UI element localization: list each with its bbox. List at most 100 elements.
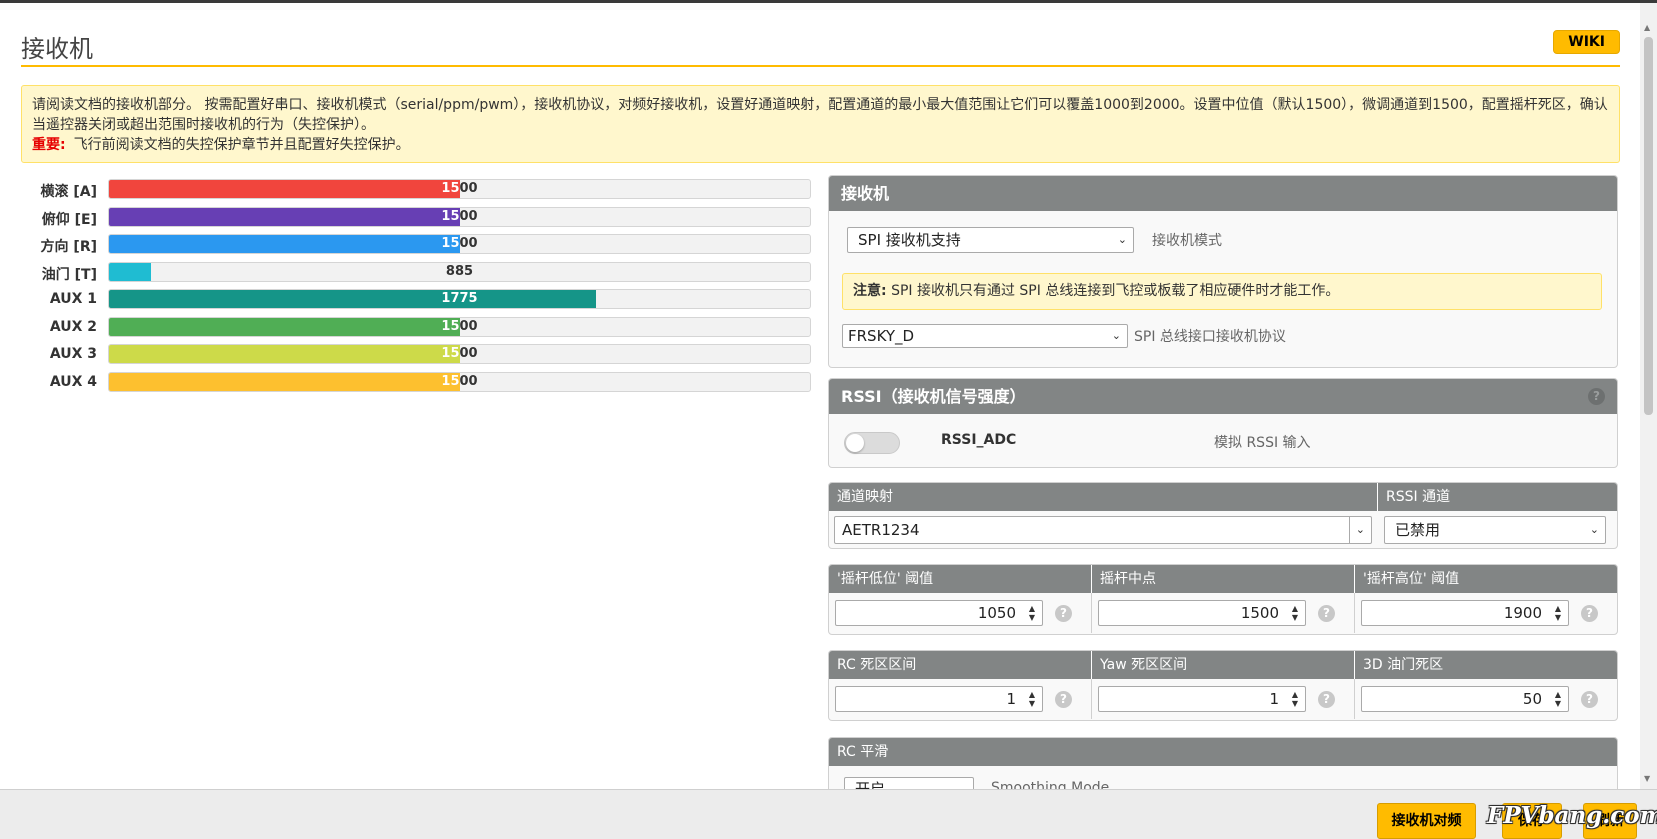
rssi-panel-title: RSSI（接收机信号强度） <box>841 387 1026 406</box>
spi-note-label: 注意: <box>853 283 887 299</box>
rssi-channel-value: 已禁用 <box>1395 521 1441 539</box>
throttle-3d-deadband-value: 50 <box>1522 690 1542 708</box>
rssi-channel-select[interactable]: 已禁用 ⌄ <box>1384 516 1606 544</box>
receiver-panel-title: 接收机 <box>829 176 1617 211</box>
page-title: 接收机 <box>21 35 93 63</box>
stick-low-title: '摇杆低位' 阈值 <box>829 565 1092 593</box>
channel-row: AUX 4 1500 <box>21 371 811 399</box>
rc-deadband-value: 1 <box>1006 690 1016 708</box>
instructions-text: 请阅读文档的接收机部分。 按需配置好串口、接收机模式（serial/ppm/pw… <box>32 97 1608 133</box>
chevron-down-icon: ⌄ <box>1111 329 1121 342</box>
throttle-3d-deadband-cell: 50 ▲ ▼ ? <box>1355 679 1617 719</box>
throttle-3d-deadband-input[interactable]: 50 ▲ ▼ <box>1361 686 1569 712</box>
spinner-arrows-icon[interactable]: ▲ ▼ <box>1026 604 1038 622</box>
receiver-panel: 接收机 SPI 接收机支持 ⌄ 接收机模式 注意: SPI 接收机只有通过 SP… <box>828 175 1618 368</box>
channel-meter: 1500 <box>108 371 811 392</box>
watermark-logo: FPVbang.com <box>1487 802 1657 829</box>
channel-row: AUX 1 1775 <box>21 288 811 316</box>
channel-value: 1500 <box>109 209 810 224</box>
stick-center-value: 1500 <box>1240 604 1279 622</box>
stick-thresholds-header: '摇杆低位' 阈值 摇杆中点 '摇杆高位' 阈值 <box>829 565 1617 593</box>
page-header: 接收机 WIKI <box>21 25 1620 67</box>
stick-high-cell: 1900 ▲ ▼ ? <box>1355 593 1617 633</box>
help-icon[interactable]: ? <box>1318 605 1335 622</box>
throttle-3d-deadband-title: 3D 油门死区 <box>1363 657 1444 673</box>
help-icon[interactable]: ? <box>1055 691 1072 708</box>
channel-meter: 1500 <box>108 344 811 364</box>
help-icon[interactable]: ? <box>1581 605 1598 622</box>
yaw-deadband-cell: 1 ▲ ▼ ? <box>1092 679 1355 719</box>
channel-value: 1500 <box>109 236 810 251</box>
spinner-arrows-icon[interactable]: ▲ ▼ <box>1289 604 1301 622</box>
help-icon[interactable]: ? <box>1318 691 1335 708</box>
chevron-down-icon[interactable]: ⌄ <box>1348 517 1365 543</box>
channel-label: 横滚 [A] <box>40 184 97 200</box>
scroll-down-arrow-icon[interactable]: ▼ <box>1644 774 1650 783</box>
rssi-adc-description: 模拟 RSSI 输入 <box>1214 435 1311 451</box>
rc-deadband-title: RC 死区区间 <box>829 651 1092 679</box>
receiver-mode-select[interactable]: SPI 接收机支持 ⌄ <box>847 227 1134 253</box>
receiver-mode-label: 接收机模式 <box>1152 233 1222 249</box>
receiver-mode-value: SPI 接收机支持 <box>858 231 961 249</box>
channel-label: AUX 1 <box>49 291 97 307</box>
rssi-adc-toggle[interactable] <box>844 432 900 454</box>
important-label: 重要: <box>32 137 66 153</box>
channel-map-panel: 通道映射 RSSI 通道 AETR1234 ⌄ 已禁用 ⌄ <box>828 482 1618 549</box>
spinner-arrows-icon[interactable]: ▲ ▼ <box>1289 690 1301 708</box>
spi-protocol-select[interactable]: FRSKY_D ⌄ <box>842 324 1128 348</box>
receiver-bind-button[interactable]: 接收机对频 <box>1377 803 1476 839</box>
channel-meter: 1500 <box>108 234 811 254</box>
channel-row: 横滚 [A] 1500 <box>21 178 811 206</box>
stick-center-title: 摇杆中点 <box>1092 565 1355 593</box>
help-icon[interactable]: ? <box>1581 691 1598 708</box>
rssi-adc-label: RSSI_ADC <box>941 432 1017 448</box>
channel-value: 1500 <box>109 181 810 196</box>
rc-deadband-input[interactable]: 1 ▲ ▼ <box>835 686 1043 712</box>
stick-center-cell: 1500 ▲ ▼ ? <box>1092 593 1355 633</box>
spi-note: 注意: SPI 接收机只有通过 SPI 总线连接到飞控或板载了相应硬件时才能工作… <box>842 273 1602 310</box>
stick-center-input[interactable]: 1500 ▲ ▼ <box>1098 600 1306 626</box>
rc-smoothing-title: RC 平滑 <box>837 744 889 760</box>
spi-note-text: SPI 接收机只有通过 SPI 总线连接到飞控或板载了相应硬件时才能工作。 <box>891 283 1340 299</box>
scrollbar-thumb[interactable] <box>1644 37 1653 415</box>
channel-bars: 横滚 [A] 1500 俯仰 [E] 1500 方向 [R] 1500 油门 [… <box>21 178 811 398</box>
channel-row: AUX 2 1500 <box>21 316 811 344</box>
spinner-arrows-icon[interactable]: ▲ ▼ <box>1026 690 1038 708</box>
wiki-button[interactable]: WIKI <box>1553 30 1620 54</box>
rssi-adc-row: RSSI_ADC 模拟 RSSI 输入 <box>829 414 1617 467</box>
toolbar-bottom: 接收机对频 保存 刷新 FPVbang.com <box>0 789 1657 839</box>
chevron-down-icon: ⌄ <box>1117 233 1127 246</box>
stick-low-value: 1050 <box>977 604 1016 622</box>
yaw-deadband-value: 1 <box>1269 690 1279 708</box>
channel-label: 方向 [R] <box>40 239 97 255</box>
stick-high-title: '摇杆高位' 阈值 <box>1363 571 1460 587</box>
chevron-down-icon: ⌄ <box>957 782 967 789</box>
stick-low-input[interactable]: 1050 ▲ ▼ <box>835 600 1043 626</box>
yaw-deadband-input[interactable]: 1 ▲ ▼ <box>1098 686 1306 712</box>
yaw-deadband-title: Yaw 死区区间 <box>1092 651 1355 679</box>
spinner-arrows-icon[interactable]: ▲ ▼ <box>1552 604 1564 622</box>
spi-protocol-label: SPI 总线接口接收机协议 <box>1134 329 1286 345</box>
channel-value: 1500 <box>109 346 810 361</box>
rc-smoothing-panel: RC 平滑 开启 ⌄ Smoothing Mode <box>828 737 1618 789</box>
channel-meter: 1500 <box>108 179 811 199</box>
channel-value: 1500 <box>109 319 810 334</box>
channel-label: 俯仰 [E] <box>41 211 97 228</box>
rc-smoothing-select[interactable]: 开启 ⌄ <box>844 777 974 789</box>
channel-meter: 1500 <box>108 206 811 227</box>
vertical-scrollbar[interactable]: ▲ ▼ <box>1640 3 1657 789</box>
stick-high-value: 1900 <box>1503 604 1542 622</box>
stick-high-input[interactable]: 1900 ▲ ▼ <box>1361 600 1569 626</box>
spi-protocol-value: FRSKY_D <box>848 327 915 345</box>
channel-map-input[interactable]: AETR1234 ⌄ <box>834 516 1372 544</box>
smoothing-mode-label: Smoothing Mode <box>991 780 1110 789</box>
stick-thresholds-inputs: 1050 ▲ ▼ ? 1500 ▲ ▼ ? 1900 ▲ ▼ ? <box>829 593 1617 633</box>
spinner-arrows-icon[interactable]: ▲ ▼ <box>1552 690 1564 708</box>
chevron-down-icon: ⌄ <box>1589 523 1599 536</box>
help-icon[interactable]: ? <box>1588 388 1605 405</box>
channel-map-value: AETR1234 <box>842 521 920 539</box>
channel-label: AUX 2 <box>49 318 97 335</box>
channel-meter: 1775 <box>108 289 811 309</box>
scroll-up-arrow-icon[interactable]: ▲ <box>1644 23 1650 32</box>
help-icon[interactable]: ? <box>1055 605 1072 622</box>
